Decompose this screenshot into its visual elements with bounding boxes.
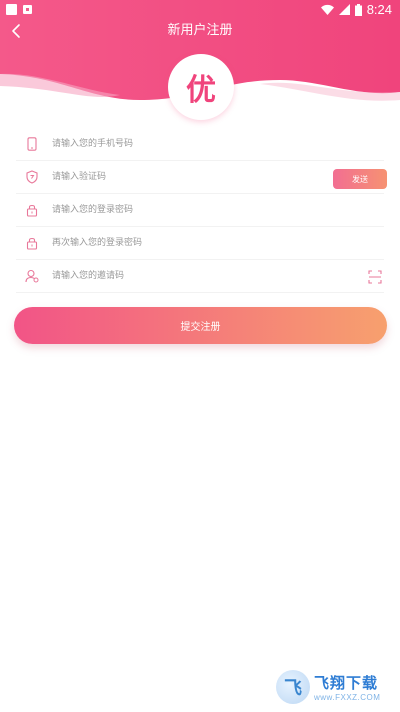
- lock-icon: [18, 236, 46, 250]
- wifi-icon: [320, 4, 334, 15]
- phone-input[interactable]: [52, 134, 384, 154]
- submit-register-button[interactable]: 提交注册: [14, 307, 387, 344]
- password-input[interactable]: [52, 200, 384, 220]
- phone-row: [16, 128, 384, 161]
- password-confirm-row: [16, 227, 384, 260]
- lock-icon: [18, 203, 46, 217]
- watermark: 飞 飞翔下载 www.FXXZ.COM: [276, 668, 394, 706]
- scan-icon[interactable]: [368, 270, 382, 284]
- code-row: 发送: [16, 161, 387, 194]
- send-code-button[interactable]: 发送: [333, 169, 387, 189]
- watermark-logo: 飞: [276, 670, 310, 704]
- app-logo: 优: [168, 54, 234, 120]
- status-bar: 8:24: [0, 0, 400, 20]
- notification-icon: [6, 4, 17, 15]
- register-form: 发送: [16, 128, 387, 293]
- watermark-title: 飞翔下载: [314, 674, 379, 692]
- battery-icon: [354, 3, 362, 16]
- notification-icon: [23, 5, 32, 14]
- invite-row: [16, 260, 384, 293]
- password-row: [16, 194, 384, 227]
- watermark-text: 飞翔下载 www.FXXZ.COM: [314, 672, 380, 702]
- watermark-url: www.FXXZ.COM: [314, 693, 381, 702]
- invite-code-input[interactable]: [52, 266, 384, 286]
- password-confirm-input[interactable]: [52, 233, 384, 253]
- phone-icon: [18, 137, 46, 151]
- logo-text: 优: [186, 73, 216, 108]
- watermark-logo-char: 飞: [284, 678, 302, 699]
- signal-icon: [338, 4, 350, 15]
- page-title: 新用户注册: [167, 23, 233, 38]
- shield-icon: [18, 170, 46, 184]
- status-time: 8:24: [366, 2, 392, 17]
- user-icon: [18, 269, 46, 283]
